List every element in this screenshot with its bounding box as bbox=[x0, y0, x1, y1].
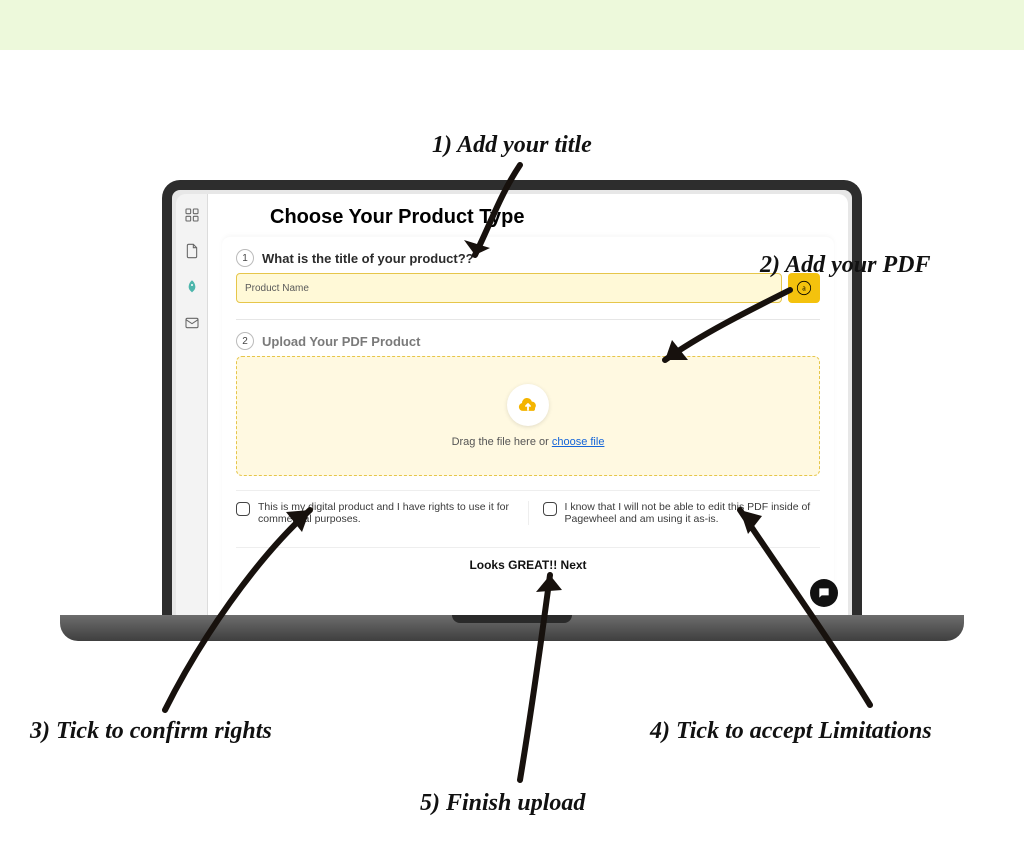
chat-widget[interactable] bbox=[810, 579, 838, 607]
page-title: Choose Your Product Type bbox=[208, 204, 848, 231]
step2-label: Upload Your PDF Product bbox=[262, 334, 420, 349]
annotation-1: 1) Add your title bbox=[432, 132, 592, 159]
step1-number: 1 bbox=[236, 249, 254, 267]
drag-prefix: Drag the file here or bbox=[452, 436, 552, 448]
product-card: 1 What is the title of your product?? a bbox=[222, 237, 834, 615]
rights-text: This is my digital product and I have ri… bbox=[258, 501, 514, 525]
ack-separator bbox=[528, 501, 529, 525]
ack-limits: I know that I will not be able to edit t… bbox=[543, 501, 821, 525]
laptop-lid: Choose Your Product Type 1 What is the t… bbox=[162, 180, 862, 615]
next-button[interactable]: Looks GREAT!! Next bbox=[236, 547, 820, 582]
laptop-base bbox=[60, 615, 964, 641]
step2-head: 2 Upload Your PDF Product bbox=[236, 332, 820, 350]
pdf-dropzone[interactable]: Drag the file here or choose file bbox=[236, 356, 820, 476]
annotation-3: 3) Tick to confirm rights bbox=[30, 718, 272, 745]
laptop-screen: Choose Your Product Type 1 What is the t… bbox=[176, 194, 848, 615]
document-icon[interactable] bbox=[183, 242, 201, 260]
product-name-input[interactable] bbox=[236, 273, 782, 303]
limits-checkbox[interactable] bbox=[543, 502, 557, 516]
choose-file-link[interactable]: choose file bbox=[552, 436, 605, 448]
ack-rights: This is my digital product and I have ri… bbox=[236, 501, 514, 525]
step2-number: 2 bbox=[236, 332, 254, 350]
rights-checkbox[interactable] bbox=[236, 502, 250, 516]
a-glyph-icon: a bbox=[796, 280, 812, 296]
annotation-5: 5) Finish upload bbox=[420, 790, 585, 817]
cloud-upload-icon bbox=[507, 384, 549, 426]
app: Choose Your Product Type 1 What is the t… bbox=[176, 194, 848, 615]
rocket-icon[interactable] bbox=[183, 278, 201, 296]
limits-text: I know that I will not be able to edit t… bbox=[565, 501, 821, 525]
divider bbox=[236, 319, 820, 320]
dropzone-text: Drag the file here or choose file bbox=[452, 436, 605, 448]
acknowledgements: This is my digital product and I have ri… bbox=[236, 490, 820, 525]
svg-text:a: a bbox=[802, 284, 806, 293]
sidebar bbox=[176, 194, 208, 615]
main-pane: Choose Your Product Type 1 What is the t… bbox=[208, 194, 848, 615]
laptop: Choose Your Product Type 1 What is the t… bbox=[60, 180, 964, 641]
annotation-4: 4) Tick to accept Limitations bbox=[650, 718, 932, 745]
annotation-2: 2) Add your PDF bbox=[760, 252, 930, 279]
step1-head: 1 What is the title of your product?? bbox=[236, 249, 820, 267]
dashboard-icon[interactable] bbox=[183, 206, 201, 224]
step1-label: What is the title of your product?? bbox=[262, 251, 474, 266]
top-band bbox=[0, 0, 1024, 50]
mail-icon[interactable] bbox=[183, 314, 201, 332]
chat-icon bbox=[817, 586, 831, 600]
title-row: a bbox=[236, 273, 820, 303]
